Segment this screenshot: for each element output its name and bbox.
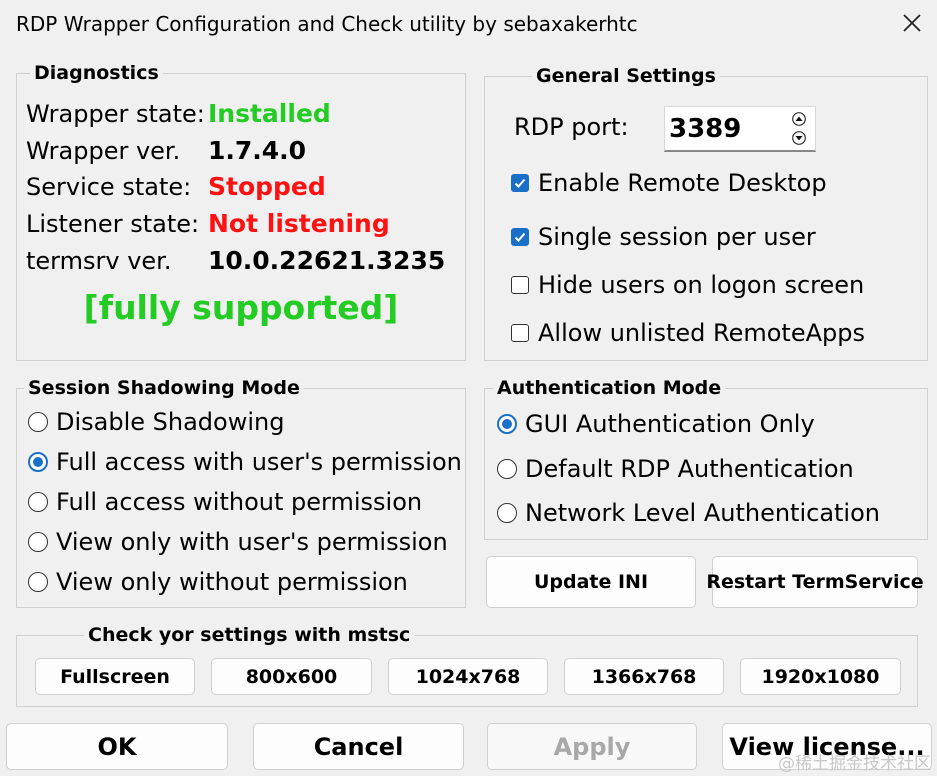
wrapper-ver-label: Wrapper ver. xyxy=(26,137,181,165)
checkbox-unchecked-icon xyxy=(511,324,529,342)
wrapper-state-label: Wrapper state: xyxy=(26,100,205,128)
watermark: @稀土掘金技术社区 xyxy=(778,754,931,774)
rdp-port-value: 3389 xyxy=(669,113,742,144)
resolution-800x600-button[interactable]: 800x600 xyxy=(211,658,372,695)
service-state-label: Service state: xyxy=(26,173,192,201)
support-status: [fully supported] xyxy=(83,288,399,327)
checkbox-enable-remote-desktop[interactable]: Enable Remote Desktop xyxy=(511,169,827,197)
shadowing-title: Session Shadowing Mode xyxy=(24,377,304,399)
termsrv-ver-label: termsrv ver. xyxy=(26,247,172,275)
checkbox-single-session[interactable]: Single session per user xyxy=(511,223,816,251)
radio-unselected-icon xyxy=(497,459,517,479)
apply-button[interactable]: Apply xyxy=(487,723,697,770)
app-window: RDP Wrapper Configuration and Check util… xyxy=(0,0,937,776)
spin-down-icon xyxy=(792,131,806,145)
radio-label: Full access with user's permission xyxy=(56,448,462,476)
window-title: RDP Wrapper Configuration and Check util… xyxy=(16,12,638,36)
radio-unselected-icon xyxy=(497,503,517,523)
radio-label: GUI Authentication Only xyxy=(525,410,815,438)
close-icon xyxy=(903,14,921,32)
wrapper-state-value: Installed xyxy=(208,99,331,128)
cancel-button[interactable]: Cancel xyxy=(253,723,464,770)
checkbox-label: Single session per user xyxy=(538,223,816,251)
ok-button[interactable]: OK xyxy=(6,723,228,770)
fullscreen-button[interactable]: Fullscreen xyxy=(35,658,195,695)
termsrv-ver-value: 10.0.22621.3235 xyxy=(208,246,446,275)
radio-selected-icon xyxy=(28,452,48,472)
radio-unselected-icon xyxy=(28,532,48,552)
radio-default-rdp-authentication[interactable]: Default RDP Authentication xyxy=(497,455,854,483)
radio-view-only-without-permission[interactable]: View only without permission xyxy=(28,568,408,596)
checkbox-allow-unlisted[interactable]: Allow unlisted RemoteApps xyxy=(511,319,865,347)
checkbox-label: Enable Remote Desktop xyxy=(538,169,827,197)
title-bar: RDP Wrapper Configuration and Check util… xyxy=(0,0,937,50)
restart-termservice-button[interactable]: Restart TermService xyxy=(706,556,924,608)
authentication-title: Authentication Mode xyxy=(493,377,726,399)
radio-disable-shadowing[interactable]: Disable Shadowing xyxy=(28,408,284,436)
radio-label: Disable Shadowing xyxy=(56,408,285,436)
checkbox-checked-icon xyxy=(511,228,529,246)
wrapper-ver-value: 1.7.4.0 xyxy=(208,136,307,165)
checkbox-unchecked-icon xyxy=(511,276,529,294)
port-spin-up[interactable] xyxy=(788,110,810,128)
radio-unselected-icon xyxy=(28,572,48,592)
close-button[interactable] xyxy=(895,6,929,40)
update-ini-button[interactable]: Update INI xyxy=(486,556,696,608)
radio-label: View only without permission xyxy=(56,568,408,596)
radio-network-level-authentication[interactable]: Network Level Authentication xyxy=(497,499,880,527)
checkbox-checked-icon xyxy=(511,174,529,192)
radio-view-only-with-permission[interactable]: View only with user's permission xyxy=(28,528,448,556)
checkbox-hide-users[interactable]: Hide users on logon screen xyxy=(511,271,864,299)
listener-state-label: Listener state: xyxy=(26,210,200,238)
rdp-port-label: RDP port: xyxy=(514,113,629,141)
listener-state-value: Not listening xyxy=(208,209,390,238)
diagnostics-title: Diagnostics xyxy=(30,62,163,84)
radio-label: Full access without permission xyxy=(56,488,423,516)
radio-selected-icon xyxy=(497,414,517,434)
radio-gui-authentication[interactable]: GUI Authentication Only xyxy=(497,410,815,438)
port-spin-down[interactable] xyxy=(788,129,810,147)
radio-unselected-icon xyxy=(28,412,48,432)
resolution-1366x768-button[interactable]: 1366x768 xyxy=(564,658,724,695)
radio-full-access-with-permission[interactable]: Full access with user's permission xyxy=(28,448,462,476)
spin-up-icon xyxy=(792,112,806,126)
general-settings-title: General Settings xyxy=(532,65,720,87)
radio-label: Network Level Authentication xyxy=(525,499,880,527)
resolution-1024x768-button[interactable]: 1024x768 xyxy=(388,658,548,695)
radio-unselected-icon xyxy=(28,492,48,512)
checkbox-label: Allow unlisted RemoteApps xyxy=(538,319,865,347)
mstsc-title: Check yor settings with mstsc xyxy=(84,624,415,646)
service-state-value: Stopped xyxy=(208,172,326,201)
radio-full-access-without-permission[interactable]: Full access without permission xyxy=(28,488,422,516)
checkbox-label: Hide users on logon screen xyxy=(538,271,865,299)
resolution-1920x1080-button[interactable]: 1920x1080 xyxy=(740,658,901,695)
radio-label: Default RDP Authentication xyxy=(525,455,854,483)
radio-label: View only with user's permission xyxy=(56,528,448,556)
